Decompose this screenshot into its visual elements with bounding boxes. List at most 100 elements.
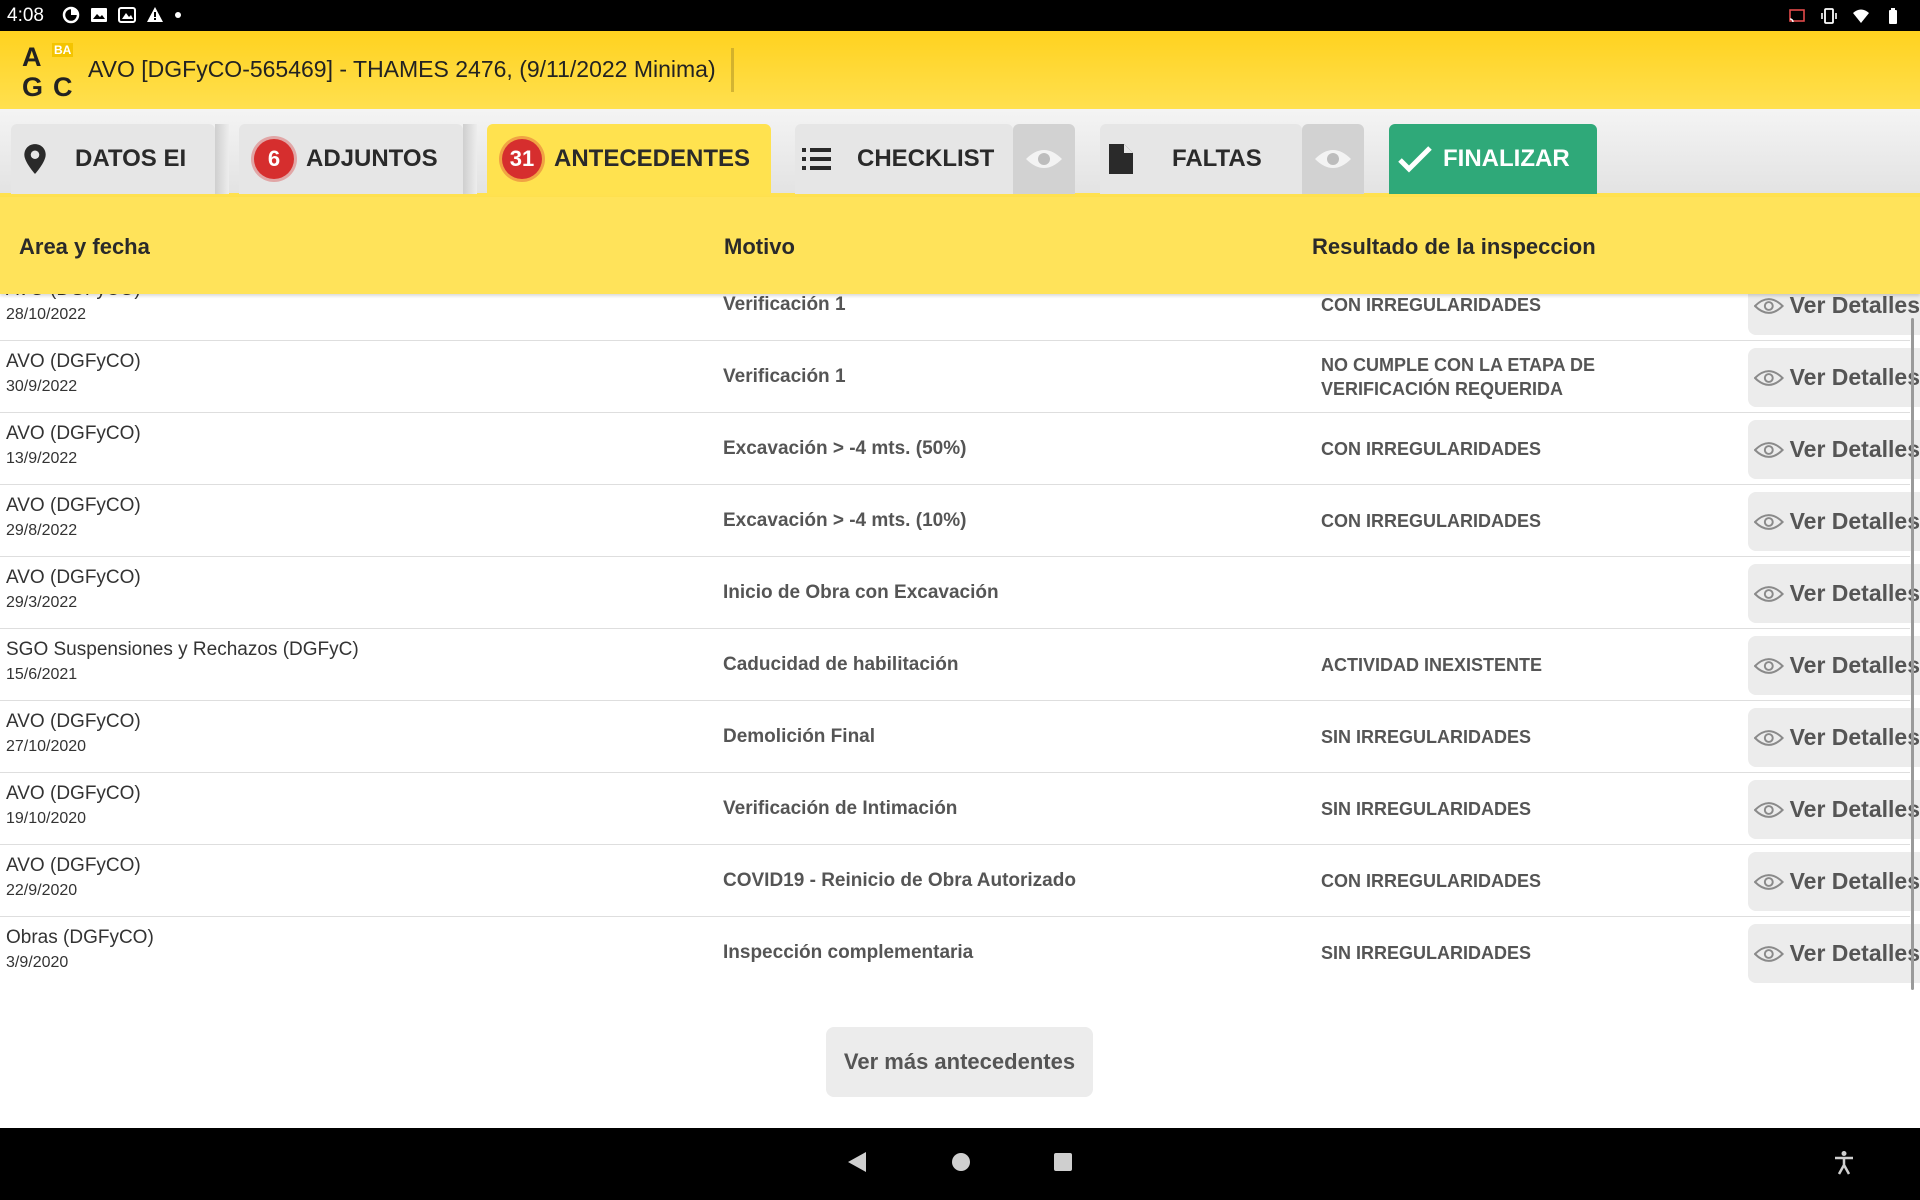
eye-icon xyxy=(1754,873,1784,890)
row-fecha: 22/9/2020 xyxy=(6,882,78,899)
tab-antecedentes[interactable]: 31 ANTECEDENTES xyxy=(487,124,771,194)
eye-icon xyxy=(1315,150,1351,168)
row-motivo: Demolición Final xyxy=(723,726,876,747)
table-row: AVO (DGFyCO) 22/9/2020 COVID19 - Reinici… xyxy=(0,845,1920,917)
tab-label: CHECKLIST xyxy=(857,145,995,172)
eye-icon xyxy=(1754,945,1784,962)
table-row: AVO (DGFyCO) 29/8/2022 Excavación > -4 m… xyxy=(0,485,1920,557)
status-bar: 4:08 xyxy=(0,0,1920,31)
photo-icon xyxy=(118,7,136,23)
back-icon[interactable] xyxy=(846,1150,868,1174)
row-fecha: 27/10/2020 xyxy=(6,738,87,755)
ver-detalles-button[interactable]: Ver Detalles xyxy=(1748,636,1920,695)
ver-detalles-label: Ver Detalles xyxy=(1789,868,1920,894)
table-row: SGO Suspensiones y Rechazos (DGFyC) 15/6… xyxy=(0,629,1920,701)
row-area: AVO (DGFyCO) xyxy=(6,855,141,876)
app-bar: A BA G C AVO [DGFyCO-565469] - THAMES 24… xyxy=(0,31,1920,109)
tab-separator xyxy=(463,124,477,194)
eye-icon xyxy=(1754,369,1784,386)
status-time: 4:08 xyxy=(7,5,44,26)
eye-icon xyxy=(1754,801,1784,818)
row-resultado: CON IRREGULARIDADES xyxy=(1321,871,1542,891)
battery-icon xyxy=(1889,8,1897,24)
ver-mas-antecedentes-button[interactable]: Ver más antecedentes xyxy=(826,1027,1093,1097)
vibrate-icon xyxy=(1821,8,1837,24)
row-resultado: NO CUMPLE CON LA ETAPA DE VERIFICACIÓN R… xyxy=(1321,355,1595,399)
ver-detalles-label: Ver Detalles xyxy=(1789,292,1920,318)
row-motivo: Excavación > -4 mts. (50%) xyxy=(723,438,967,459)
row-resultado: SIN IRREGULARIDADES xyxy=(1321,727,1532,747)
row-motivo: Inspección complementaria xyxy=(723,942,974,963)
ver-detalles-label: Ver Detalles xyxy=(1789,508,1920,534)
dot-icon xyxy=(175,12,181,18)
antecedentes-count-badge: 31 xyxy=(502,139,542,179)
table-header: Area y fecha Motivo Resultado de la insp… xyxy=(0,197,1920,294)
checklist-preview-button[interactable] xyxy=(1013,124,1075,194)
eye-icon xyxy=(1754,729,1784,746)
ver-detalles-label: Ver Detalles xyxy=(1789,796,1920,822)
logo-letter-c: C xyxy=(53,72,73,102)
list-scrollbar[interactable] xyxy=(1911,318,1914,990)
row-area: AVO (DGFyCO) xyxy=(6,567,141,588)
ver-detalles-label: Ver Detalles xyxy=(1789,940,1920,966)
ver-detalles-label: Ver Detalles xyxy=(1789,364,1920,390)
row-resultado: SIN IRREGULARIDADES xyxy=(1321,943,1532,963)
row-area: AVO (DGFyCO) xyxy=(6,423,141,444)
ver-detalles-button[interactable]: Ver Detalles xyxy=(1748,492,1920,551)
agc-logo: A BA G C xyxy=(18,40,80,102)
row-fecha: 29/8/2022 xyxy=(6,522,78,539)
row-fecha: 3/9/2020 xyxy=(6,954,69,971)
row-resultado: CON IRREGULARIDADES xyxy=(1321,511,1542,531)
accessibility-icon[interactable] xyxy=(1832,1150,1856,1176)
ver-detalles-button[interactable]: Ver Detalles xyxy=(1748,348,1920,407)
ver-detalles-button[interactable]: Ver Detalles xyxy=(1748,852,1920,911)
tab-checklist[interactable]: CHECKLIST xyxy=(795,124,1013,194)
tab-bar: DATOS EI 6 ADJUNTOS 31 ANTECEDENTES CHEC… xyxy=(0,109,1920,197)
tab-separator xyxy=(215,124,229,194)
antecedentes-list[interactable]: AVO (DGFyCO) 28/10/2022 Verificación 1 C… xyxy=(0,279,1920,991)
table-row: AVO (DGFyCO) 29/3/2022 Inicio de Obra co… xyxy=(0,557,1920,629)
tab-datos-ei[interactable]: DATOS EI xyxy=(11,124,215,194)
row-resultado: ACTIVIDAD INEXISTENTE xyxy=(1321,655,1543,675)
row-fecha: 29/3/2022 xyxy=(6,594,78,611)
tab-adjuntos[interactable]: 6 ADJUNTOS xyxy=(239,124,463,194)
page-title: AVO [DGFyCO-565469] - THAMES 2476, (9/11… xyxy=(88,56,716,82)
row-motivo: Caducidad de habilitación xyxy=(723,654,959,675)
eye-icon xyxy=(1754,657,1784,674)
table-row: AVO (DGFyCO) 30/9/2022 Verificación 1 NO… xyxy=(0,341,1920,413)
eye-icon xyxy=(1754,585,1784,602)
table-row: AVO (DGFyCO) 27/10/2020 Demolición Final… xyxy=(0,701,1920,773)
row-fecha: 13/9/2022 xyxy=(6,450,78,467)
ver-detalles-button[interactable]: Ver Detalles xyxy=(1748,924,1920,983)
tab-label: ANTECEDENTES xyxy=(554,145,751,172)
home-icon[interactable] xyxy=(950,1150,972,1174)
row-area: AVO (DGFyCO) xyxy=(6,711,141,732)
column-header-resultado: Resultado de la inspeccion xyxy=(1312,234,1596,259)
tab-label: ADJUNTOS xyxy=(306,145,438,172)
row-motivo: Inicio de Obra con Excavación xyxy=(723,582,999,603)
column-header-area-fecha: Area y fecha xyxy=(19,234,150,259)
ver-detalles-label: Ver Detalles xyxy=(1789,436,1920,462)
tab-faltas[interactable]: FALTAS xyxy=(1100,124,1302,194)
row-area: Obras (DGFyCO) xyxy=(6,927,154,948)
eye-icon xyxy=(1754,441,1784,458)
row-fecha: 19/10/2020 xyxy=(6,810,87,827)
ver-detalles-label: Ver Detalles xyxy=(1789,652,1920,678)
ver-detalles-button[interactable]: Ver Detalles xyxy=(1748,780,1920,839)
list-icon xyxy=(802,148,831,170)
image-icon xyxy=(91,8,107,22)
ver-detalles-label: Ver Detalles xyxy=(1789,580,1920,606)
row-motivo: Excavación > -4 mts. (10%) xyxy=(723,510,967,531)
row-area: AVO (DGFyCO) xyxy=(6,495,141,516)
eye-icon xyxy=(1754,513,1784,530)
ver-detalles-button[interactable]: Ver Detalles xyxy=(1748,564,1920,623)
eye-icon xyxy=(1754,297,1784,314)
eye-icon xyxy=(1026,150,1062,168)
row-motivo: COVID19 - Reinicio de Obra Autorizado xyxy=(723,870,1076,891)
ver-detalles-button[interactable]: Ver Detalles xyxy=(1748,708,1920,767)
column-header-motivo: Motivo xyxy=(724,234,795,259)
ver-detalles-button[interactable]: Ver Detalles xyxy=(1748,420,1920,479)
recents-icon[interactable] xyxy=(1052,1150,1074,1174)
tab-finalizar[interactable]: FINALIZAR xyxy=(1389,124,1597,194)
faltas-preview-button[interactable] xyxy=(1302,124,1364,194)
